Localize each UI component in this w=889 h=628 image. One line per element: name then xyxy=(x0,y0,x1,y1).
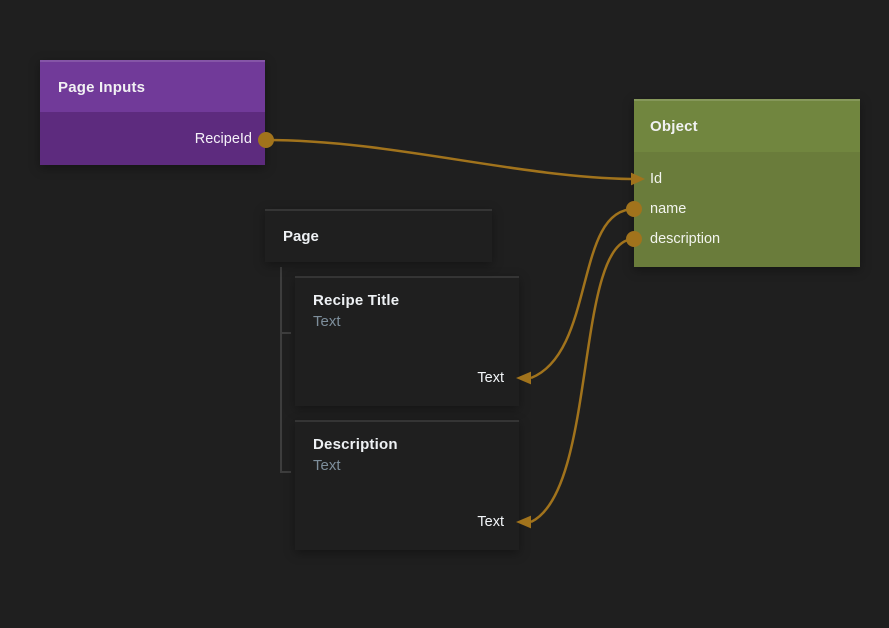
node-page-header[interactable]: Page xyxy=(265,209,492,262)
tree-connector-branch-recipe-title xyxy=(281,332,291,334)
node-title: Page Inputs xyxy=(58,79,145,96)
port-label: Text xyxy=(477,370,504,386)
port-id[interactable]: Id xyxy=(634,164,860,194)
wire-recipeid-to-id[interactable] xyxy=(266,140,631,179)
node-recipe-title[interactable]: Recipe Title Text Text xyxy=(295,276,519,406)
node-description-header[interactable]: Description Text xyxy=(295,420,519,494)
node-title: Page xyxy=(283,228,319,245)
node-object-body: Id name description xyxy=(634,152,860,267)
port-description-text[interactable]: Text xyxy=(295,494,519,550)
port-label: name xyxy=(650,201,686,217)
node-recipe-title-header[interactable]: Recipe Title Text xyxy=(295,276,519,350)
port-label: Id xyxy=(650,171,662,187)
node-page-inputs-body: RecipeId xyxy=(40,112,265,165)
node-type-label: Text xyxy=(313,313,519,330)
node-object-header[interactable]: Object xyxy=(634,99,860,152)
tree-connector-branch-description xyxy=(281,471,291,473)
port-label: RecipeId xyxy=(195,131,252,147)
port-name[interactable]: name xyxy=(634,194,860,224)
node-title: Object xyxy=(650,118,698,135)
wire-description-to-description-text[interactable] xyxy=(531,239,634,522)
wire-name-to-recipe-title-text[interactable] xyxy=(531,209,634,378)
node-title: Description xyxy=(313,436,519,453)
port-description[interactable]: description xyxy=(634,224,860,254)
node-title: Recipe Title xyxy=(313,292,519,309)
port-label: description xyxy=(650,231,720,247)
node-page[interactable]: Page xyxy=(265,209,492,262)
node-page-inputs[interactable]: Page Inputs RecipeId xyxy=(40,60,265,165)
port-recipe-title-text[interactable]: Text xyxy=(295,350,519,406)
tree-connector-vertical xyxy=(280,267,282,473)
node-type-label: Text xyxy=(313,457,519,474)
node-object[interactable]: Object Id name description xyxy=(634,99,860,267)
node-description[interactable]: Description Text Text xyxy=(295,420,519,550)
port-label: Text xyxy=(477,514,504,530)
port-recipeid[interactable]: RecipeId xyxy=(40,112,265,165)
node-page-inputs-header[interactable]: Page Inputs xyxy=(40,60,265,112)
node-editor-canvas[interactable]: Page Inputs RecipeId Object Id name desc… xyxy=(0,0,889,628)
